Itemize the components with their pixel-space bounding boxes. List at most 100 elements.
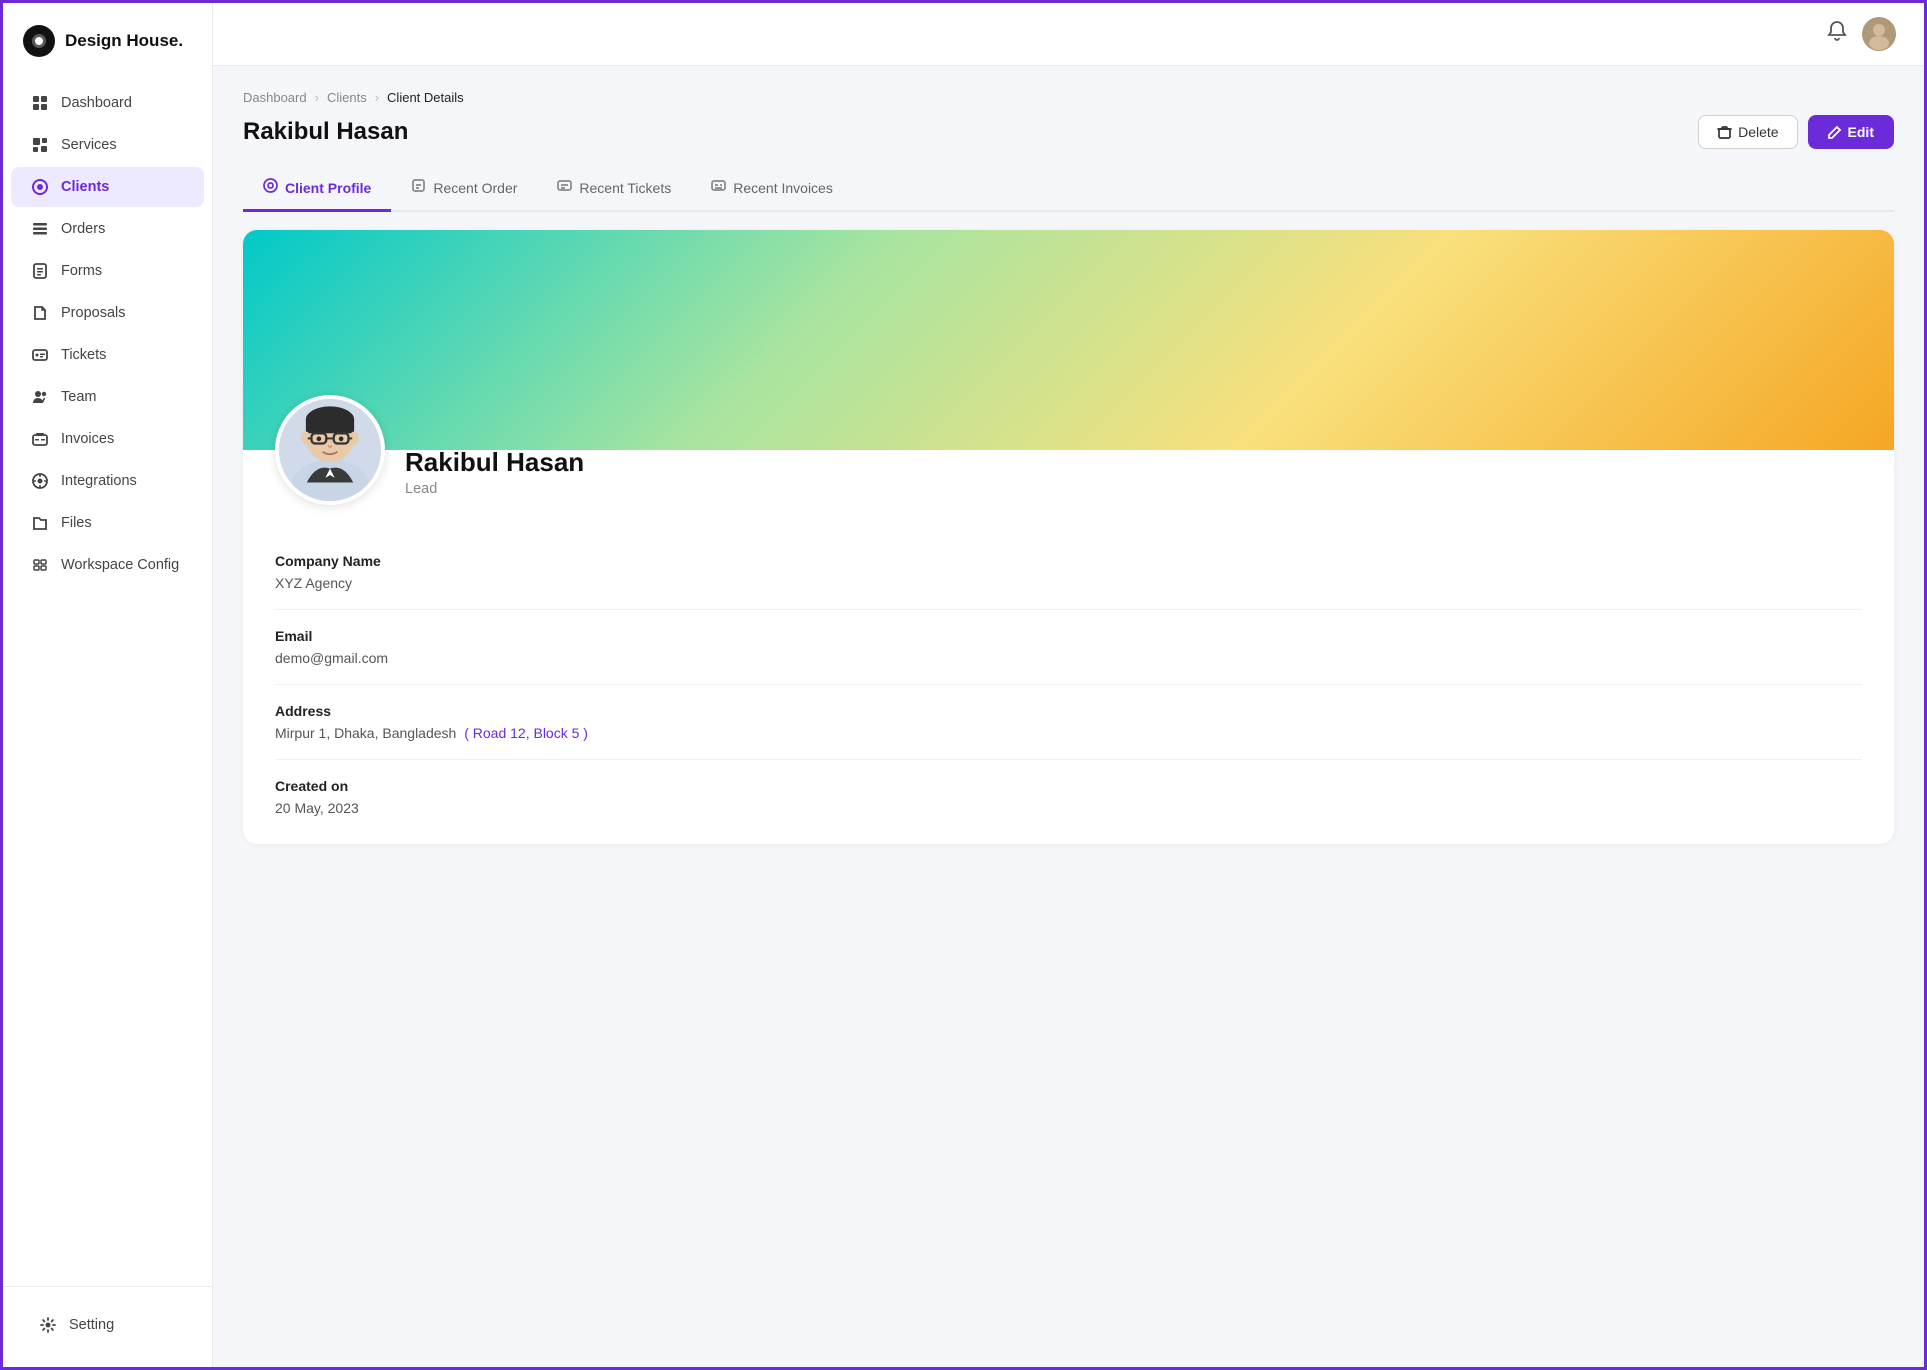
tab-icon-profile (263, 178, 278, 197)
sidebar-item-tickets[interactable]: Tickets (11, 335, 204, 375)
address-main: Mirpur 1, Dhaka, Bangladesh (275, 725, 456, 741)
detail-value-created: 20 May, 2023 (275, 800, 1862, 816)
tabs: Client Profile Recent Order (243, 167, 1894, 212)
tab-label: Recent Tickets (579, 180, 671, 196)
sidebar-nav: Dashboard Services Clients (3, 75, 212, 1286)
sidebar-item-files[interactable]: Files (11, 503, 204, 543)
app-name: Design House. (65, 31, 183, 51)
workspace-config-icon (31, 556, 49, 574)
breadcrumb-dashboard[interactable]: Dashboard (243, 90, 307, 105)
user-avatar[interactable] (1862, 17, 1896, 51)
integrations-icon (31, 472, 49, 490)
address-extra: ( Road 12, Block 5 ) (464, 725, 588, 741)
topbar-icons (1826, 17, 1896, 51)
sidebar-item-workspace-config[interactable]: Workspace Config (11, 545, 204, 585)
delete-label: Delete (1738, 124, 1778, 140)
profile-info-row: Rakibul Hasan Lead (243, 395, 1894, 525)
detail-label-address: Address (275, 703, 1862, 719)
detail-value-email: demo@gmail.com (275, 650, 1862, 666)
topbar (213, 3, 1924, 66)
tab-client-profile[interactable]: Client Profile (243, 167, 391, 212)
detail-company: Company Name XYZ Agency (275, 535, 1862, 610)
detail-label-email: Email (275, 628, 1862, 644)
sidebar-item-label: Team (61, 389, 96, 405)
files-icon (31, 514, 49, 532)
sidebar-item-setting[interactable]: Setting (19, 1305, 196, 1345)
sidebar-item-label: Workspace Config (61, 557, 179, 573)
sidebar-item-label: Proposals (61, 305, 125, 321)
breadcrumb: Dashboard › Clients › Client Details (243, 90, 1894, 105)
sidebar-item-label: Setting (69, 1317, 114, 1333)
sidebar-item-clients[interactable]: Clients (11, 167, 204, 207)
profile-details: Company Name XYZ Agency Email demo@gmail… (243, 525, 1894, 844)
delete-button[interactable]: Delete (1698, 115, 1797, 149)
edit-label: Edit (1848, 124, 1874, 140)
detail-value-address: Mirpur 1, Dhaka, Bangladesh ( Road 12, B… (275, 725, 1862, 741)
sidebar-item-label: Services (61, 137, 117, 153)
profile-card: Rakibul Hasan Lead Company Name XYZ Agen… (243, 230, 1894, 844)
breadcrumb-clients[interactable]: Clients (327, 90, 367, 105)
grid-icon (31, 94, 49, 112)
tab-icon-tickets (557, 178, 572, 197)
tab-label: Recent Order (433, 180, 517, 196)
logo-icon (23, 25, 55, 57)
tab-label: Client Profile (285, 180, 371, 196)
detail-created: Created on 20 May, 2023 (275, 760, 1862, 834)
edit-icon (1828, 125, 1842, 139)
breadcrumb-sep-1: › (315, 90, 319, 105)
team-icon (31, 388, 49, 406)
sidebar-item-label: Integrations (61, 473, 137, 489)
profile-role: Lead (405, 481, 584, 497)
sidebar-item-label: Clients (61, 179, 109, 195)
page-title: Rakibul Hasan (243, 118, 408, 146)
sidebar-item-team[interactable]: Team (11, 377, 204, 417)
sidebar-item-forms[interactable]: Forms (11, 251, 204, 291)
tab-recent-order[interactable]: Recent Order (391, 167, 537, 212)
delete-icon (1717, 125, 1732, 140)
tab-recent-tickets[interactable]: Recent Tickets (537, 167, 691, 212)
tab-label: Recent Invoices (733, 180, 833, 196)
sidebar-item-label: Forms (61, 263, 102, 279)
clients-icon (31, 178, 49, 196)
sidebar-item-invoices[interactable]: Invoices (11, 419, 204, 459)
detail-email: Email demo@gmail.com (275, 610, 1862, 685)
tickets-icon (31, 346, 49, 364)
profile-name: Rakibul Hasan (405, 447, 584, 478)
app-logo[interactable]: Design House. (3, 3, 212, 75)
header-actions: Delete Edit (1698, 115, 1894, 149)
detail-value-company: XYZ Agency (275, 575, 1862, 591)
detail-label-created: Created on (275, 778, 1862, 794)
invoices-icon (31, 430, 49, 448)
sidebar-item-orders[interactable]: Orders (11, 209, 204, 249)
breadcrumb-current: Client Details (387, 90, 464, 105)
profile-name-block: Rakibul Hasan Lead (405, 447, 584, 505)
page-content: Dashboard › Clients › Client Details Rak… (213, 66, 1924, 1367)
notification-icon[interactable] (1826, 20, 1848, 48)
tag-icon (31, 136, 49, 154)
sidebar-item-label: Tickets (61, 347, 106, 363)
detail-address: Address Mirpur 1, Dhaka, Bangladesh ( Ro… (275, 685, 1862, 760)
proposals-icon (31, 304, 49, 322)
gear-icon (39, 1316, 57, 1334)
forms-icon (31, 262, 49, 280)
sidebar-bottom: Setting (3, 1286, 212, 1367)
list-icon (31, 220, 49, 238)
sidebar-item-integrations[interactable]: Integrations (11, 461, 204, 501)
sidebar-item-label: Dashboard (61, 95, 132, 111)
main-content: Dashboard › Clients › Client Details Rak… (213, 3, 1924, 1367)
detail-label-company: Company Name (275, 553, 1862, 569)
sidebar-item-dashboard[interactable]: Dashboard (11, 83, 204, 123)
breadcrumb-sep-2: › (375, 90, 379, 105)
sidebar: Design House. Dashboard (3, 3, 213, 1367)
avatar-svg (279, 395, 381, 505)
profile-avatar (275, 395, 385, 505)
edit-button[interactable]: Edit (1808, 115, 1894, 149)
tab-recent-invoices[interactable]: Recent Invoices (691, 167, 853, 212)
sidebar-item-label: Invoices (61, 431, 114, 447)
sidebar-item-services[interactable]: Services (11, 125, 204, 165)
sidebar-item-label: Orders (61, 221, 105, 237)
tab-icon-order (411, 178, 426, 197)
sidebar-item-label: Files (61, 515, 92, 531)
tab-icon-invoices (711, 178, 726, 197)
sidebar-item-proposals[interactable]: Proposals (11, 293, 204, 333)
